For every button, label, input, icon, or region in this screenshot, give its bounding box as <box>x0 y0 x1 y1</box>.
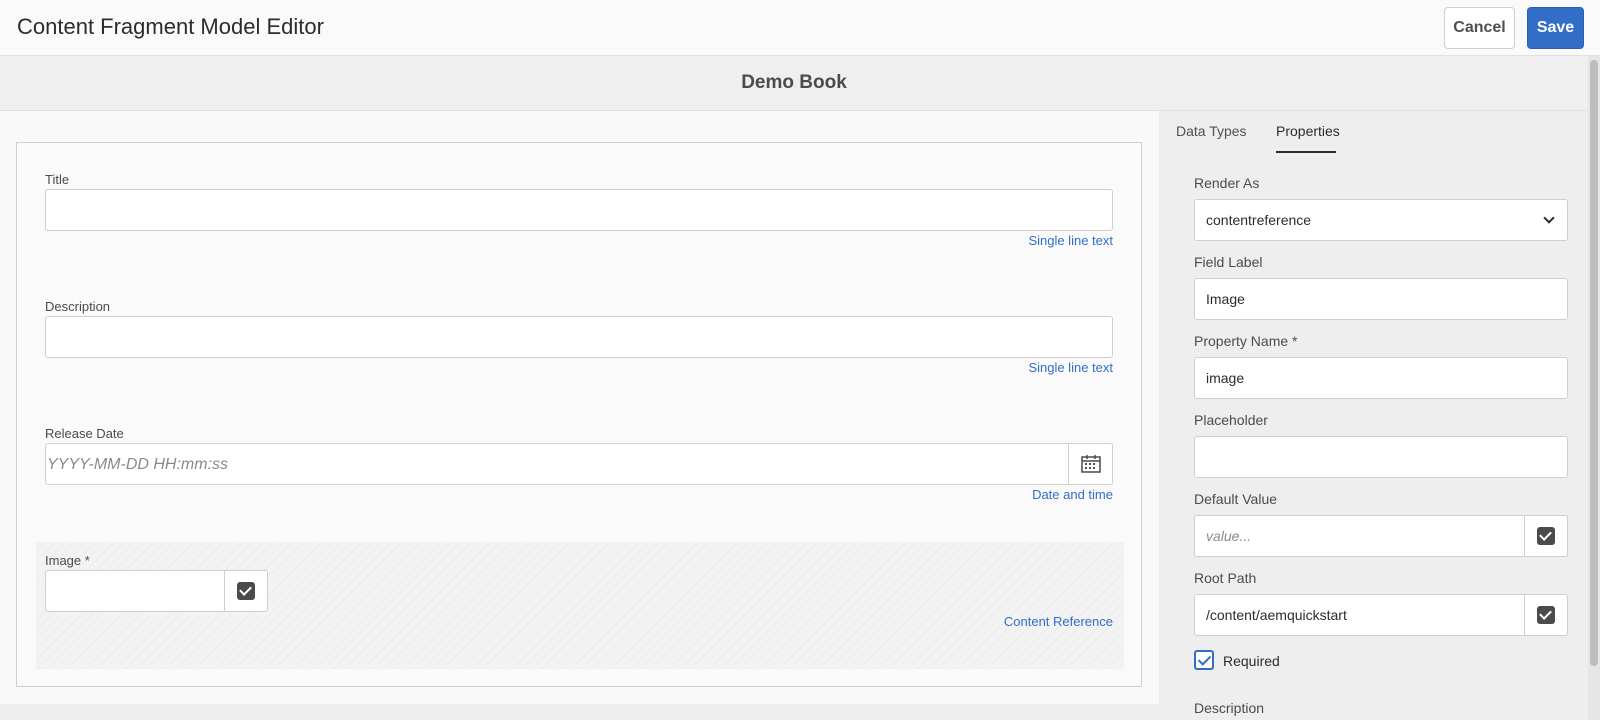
root-path-label: Root Path <box>1194 570 1257 586</box>
checkbox-icon <box>237 582 255 600</box>
field-type-image[interactable]: Content Reference <box>900 614 1113 629</box>
scrollbar-thumb[interactable] <box>1590 60 1598 666</box>
root-path-value: /content/aemquickstart <box>1206 607 1347 623</box>
description-field[interactable] <box>45 316 1113 358</box>
required-label: Required <box>1223 653 1280 669</box>
checkbox-icon <box>1537 606 1555 624</box>
field-label-input[interactable]: Image <box>1194 278 1568 320</box>
default-value-label: Default Value <box>1194 491 1278 507</box>
model-title-bar: Demo Book <box>0 56 1588 111</box>
property-name-input[interactable]: image <box>1194 357 1568 399</box>
field-label-title: Title <box>45 172 70 187</box>
field-label-release-date: Release Date <box>45 426 124 441</box>
chevron-down-icon <box>1543 212 1555 224</box>
placeholder-input[interactable] <box>1194 436 1568 478</box>
default-value-placeholder: value... <box>1206 528 1252 544</box>
field-label-label: Field Label <box>1194 254 1263 270</box>
image-field[interactable] <box>45 570 225 612</box>
cancel-button[interactable]: Cancel <box>1444 7 1515 49</box>
property-name-value: image <box>1206 370 1245 386</box>
field-label-value: Image <box>1206 291 1245 307</box>
title-field[interactable] <box>45 189 1113 231</box>
description-label: Description <box>1194 700 1265 716</box>
root-path-input[interactable]: /content/aemquickstart <box>1194 594 1568 636</box>
placeholder-label: Placeholder <box>1194 412 1268 428</box>
save-button[interactable]: Save <box>1527 7 1584 49</box>
field-type-release-date[interactable]: Date and time <box>900 487 1113 502</box>
tab-properties[interactable]: Properties <box>1276 123 1340 139</box>
calendar-button[interactable] <box>1068 444 1112 484</box>
field-label-image: Image * <box>45 553 90 568</box>
render-as-label: Render As <box>1194 175 1260 191</box>
required-checkbox[interactable] <box>1194 650 1214 670</box>
render-as-select[interactable]: contentreference <box>1194 199 1568 241</box>
root-path-picker-button[interactable] <box>1524 594 1568 636</box>
canvas-footer <box>0 704 1159 720</box>
field-type-description[interactable]: Single line text <box>900 360 1113 375</box>
calendar-icon <box>1080 455 1101 473</box>
active-tab-indicator <box>1276 151 1336 153</box>
render-as-value: contentreference <box>1206 212 1312 228</box>
default-value-button[interactable] <box>1524 515 1568 557</box>
property-name-label: Property Name * <box>1194 333 1298 349</box>
page-scrollbar[interactable] <box>1588 56 1600 720</box>
checkbox-icon <box>1537 527 1555 545</box>
model-title: Demo Book <box>741 72 847 93</box>
field-label-description: Description <box>45 299 111 314</box>
release-date-field[interactable]: YYYY-MM-DD HH:mm:ss <box>45 443 1113 485</box>
default-value-input[interactable]: value... <box>1194 515 1568 557</box>
image-picker-button[interactable] <box>224 570 268 612</box>
properties-panel: Data Types Properties Render As contentr… <box>1159 111 1588 720</box>
field-type-title[interactable]: Single line text <box>900 233 1113 248</box>
top-header: Content Fragment Model Editor Cancel Sav… <box>0 0 1600 56</box>
tab-data-types[interactable]: Data Types <box>1176 123 1247 139</box>
app-title: Content Fragment Model Editor <box>17 14 324 39</box>
release-date-placeholder: YYYY-MM-DD HH:mm:ss <box>47 456 229 473</box>
